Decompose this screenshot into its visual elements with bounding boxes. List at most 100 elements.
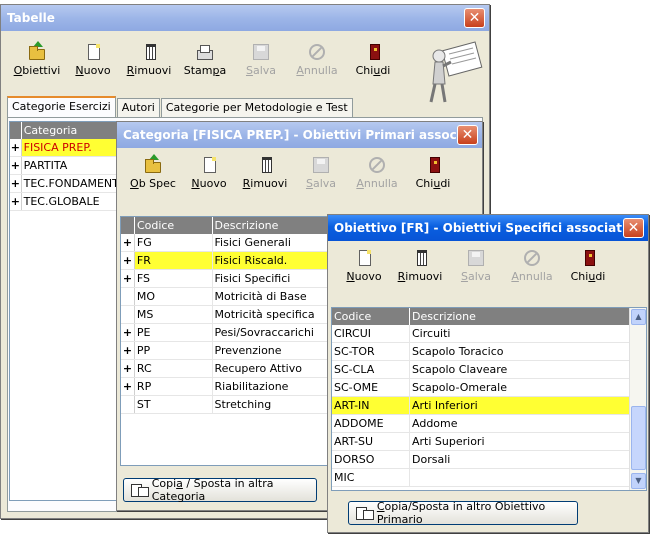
- save-icon: [468, 249, 484, 266]
- scroll-down-arrow-icon[interactable]: ▼: [631, 473, 646, 489]
- codice-cell: ST: [135, 396, 213, 413]
- expand-icon[interactable]: +: [121, 342, 135, 359]
- codice-cell: MO: [135, 288, 213, 305]
- annulla-button[interactable]: Annulla: [349, 150, 405, 196]
- table-row[interactable]: SC-OME Scapolo-Omerale: [332, 379, 646, 397]
- new-document-icon: [204, 156, 216, 173]
- chiudi-button[interactable]: Chiudi: [345, 37, 401, 83]
- tabelle-titlebar[interactable]: Tabelle ✕: [1, 5, 489, 31]
- obiettivi-button[interactable]: Obiettivi: [9, 37, 65, 83]
- salva-button[interactable]: Salva: [293, 150, 349, 196]
- codice-cell: CIRCUI: [332, 325, 410, 342]
- salva-button[interactable]: Salva: [233, 37, 289, 83]
- nuovo-button[interactable]: Nuovo: [181, 150, 237, 196]
- codice-cell: SC-CLA: [332, 361, 410, 378]
- categoria-column-header[interactable]: Categoria: [22, 122, 128, 139]
- codice-cell: ART-IN: [332, 397, 410, 414]
- expand-icon[interactable]: [121, 396, 135, 413]
- scroll-up-arrow-icon[interactable]: ▲: [631, 309, 646, 325]
- rimuovi-label: Rimuovi: [242, 176, 288, 190]
- table-row[interactable]: + TEC.GLOBALE: [10, 193, 128, 211]
- expand-icon[interactable]: +: [10, 157, 22, 174]
- annulla-button[interactable]: Annulla: [289, 37, 345, 83]
- scrollbar-thumb[interactable]: [631, 406, 646, 470]
- table-row[interactable]: + PARTITA: [10, 157, 128, 175]
- expand-icon[interactable]: +: [121, 252, 135, 269]
- chiudi-button[interactable]: Chiudi: [405, 150, 461, 196]
- descrizione-cell: Dorsali: [410, 451, 630, 468]
- tab-categorie-esercizi[interactable]: Categorie Esercizi: [7, 96, 116, 117]
- trash-icon: [145, 43, 156, 60]
- codice-cell: FR: [134, 252, 213, 269]
- expand-icon[interactable]: +: [121, 360, 135, 377]
- copia-sposta-obiettivo-button[interactable]: Copia/Sposta in altro Obiettivo Primario: [348, 500, 578, 526]
- cancel-icon: [524, 249, 540, 266]
- chiudi-label: Chiudi: [570, 269, 606, 283]
- codice-column-header[interactable]: Codice: [332, 308, 410, 325]
- expand-icon[interactable]: +: [121, 270, 135, 287]
- codice-cell: DORSO: [332, 451, 410, 468]
- ob-spec-button[interactable]: Ob Spec: [125, 150, 181, 196]
- table-row[interactable]: MIC: [332, 469, 646, 487]
- table-row[interactable]: ART-IN Arti Inferiori: [332, 397, 646, 415]
- table-row[interactable]: + FISICA PREP.: [10, 139, 128, 157]
- expand-icon[interactable]: +: [121, 378, 135, 395]
- trash-icon: [261, 156, 272, 173]
- obiettivo-titlebar[interactable]: Obiettivo [FR] - Obiettivi Specifici ass…: [328, 215, 648, 241]
- table-row[interactable]: DORSO Dorsali: [332, 451, 646, 469]
- exit-door-icon: [584, 249, 595, 266]
- expand-icon[interactable]: +: [10, 193, 22, 210]
- folder-arrow-icon: [145, 153, 161, 173]
- rimuovi-button[interactable]: Rimuovi: [121, 37, 177, 83]
- expand-icon[interactable]: +: [121, 234, 135, 251]
- obiettivi-specifici-rows: CIRCUI Circuiti SC-TOR Scapolo Toracico SC-C…: [332, 325, 646, 487]
- nuovo-button[interactable]: Nuovo: [65, 37, 121, 83]
- vertical-scrollbar[interactable]: ▲ ▼: [629, 308, 646, 490]
- categoria-titlebar[interactable]: Categoria [FISICA PREP.] - Obiettivi Pri…: [117, 122, 482, 148]
- table-row[interactable]: + TEC.FONDAMENT.: [10, 175, 128, 193]
- tab-autori[interactable]: Autori: [116, 98, 160, 117]
- table-row[interactable]: CIRCUI Circuiti: [332, 325, 646, 343]
- codice-cell: MIC: [332, 469, 410, 486]
- nuovo-button[interactable]: Nuovo: [336, 243, 392, 289]
- new-document-icon: [359, 249, 371, 266]
- rimuovi-button[interactable]: Rimuovi: [392, 243, 448, 289]
- table-row[interactable]: SC-TOR Scapolo Toracico: [332, 343, 646, 361]
- salva-label: Salva: [245, 63, 277, 77]
- ob-spec-label: Ob Spec: [130, 176, 176, 190]
- salva-button[interactable]: Salva: [448, 243, 504, 289]
- save-icon: [313, 156, 329, 173]
- window-title: Categoria [FISICA PREP.] - Obiettivi Pri…: [123, 128, 479, 142]
- table-row[interactable]: ADDOME Addome: [332, 415, 646, 433]
- close-button[interactable]: ✕: [623, 218, 644, 238]
- table-row[interactable]: ART-SU Arti Superiori: [332, 433, 646, 451]
- grid-header-corner: [10, 122, 22, 139]
- close-button[interactable]: ✕: [464, 8, 485, 28]
- copia-sposta-categoria-button[interactable]: Copia / Sposta in altra Categoria: [123, 477, 317, 503]
- stampa-label: Stampa: [183, 63, 227, 77]
- descrizione-column-header[interactable]: Descrizione: [410, 308, 630, 325]
- expand-icon[interactable]: +: [10, 139, 22, 156]
- codice-column-header[interactable]: Codice: [135, 217, 213, 234]
- chiudi-button[interactable]: Chiudi: [560, 243, 616, 289]
- codice-cell: RP: [135, 378, 213, 395]
- table-row[interactable]: SC-CLA Scapolo Claveare: [332, 361, 646, 379]
- tab-categorie-metodologie[interactable]: Categorie per Metodologie e Test: [160, 98, 353, 117]
- annulla-button[interactable]: Annulla: [504, 243, 560, 289]
- codice-cell: FS: [135, 270, 213, 287]
- expand-icon[interactable]: [121, 306, 135, 323]
- obiettivi-label: Obiettivi: [13, 63, 61, 77]
- expand-icon[interactable]: +: [121, 324, 135, 341]
- trash-icon: [416, 249, 427, 266]
- tabs-bar: Categorie Esercizi Autori Categorie per …: [7, 96, 354, 117]
- codice-cell: MS: [135, 306, 213, 323]
- rimuovi-button[interactable]: Rimuovi: [237, 150, 293, 196]
- exit-door-icon: [429, 156, 440, 173]
- stampa-button[interactable]: Stampa: [177, 37, 233, 83]
- annulla-label: Annulla: [356, 176, 398, 190]
- close-button[interactable]: ✕: [457, 125, 478, 145]
- expand-icon[interactable]: [121, 288, 135, 305]
- cancel-icon: [309, 43, 325, 60]
- descrizione-cell: Addome: [410, 415, 630, 432]
- expand-icon[interactable]: +: [10, 175, 22, 192]
